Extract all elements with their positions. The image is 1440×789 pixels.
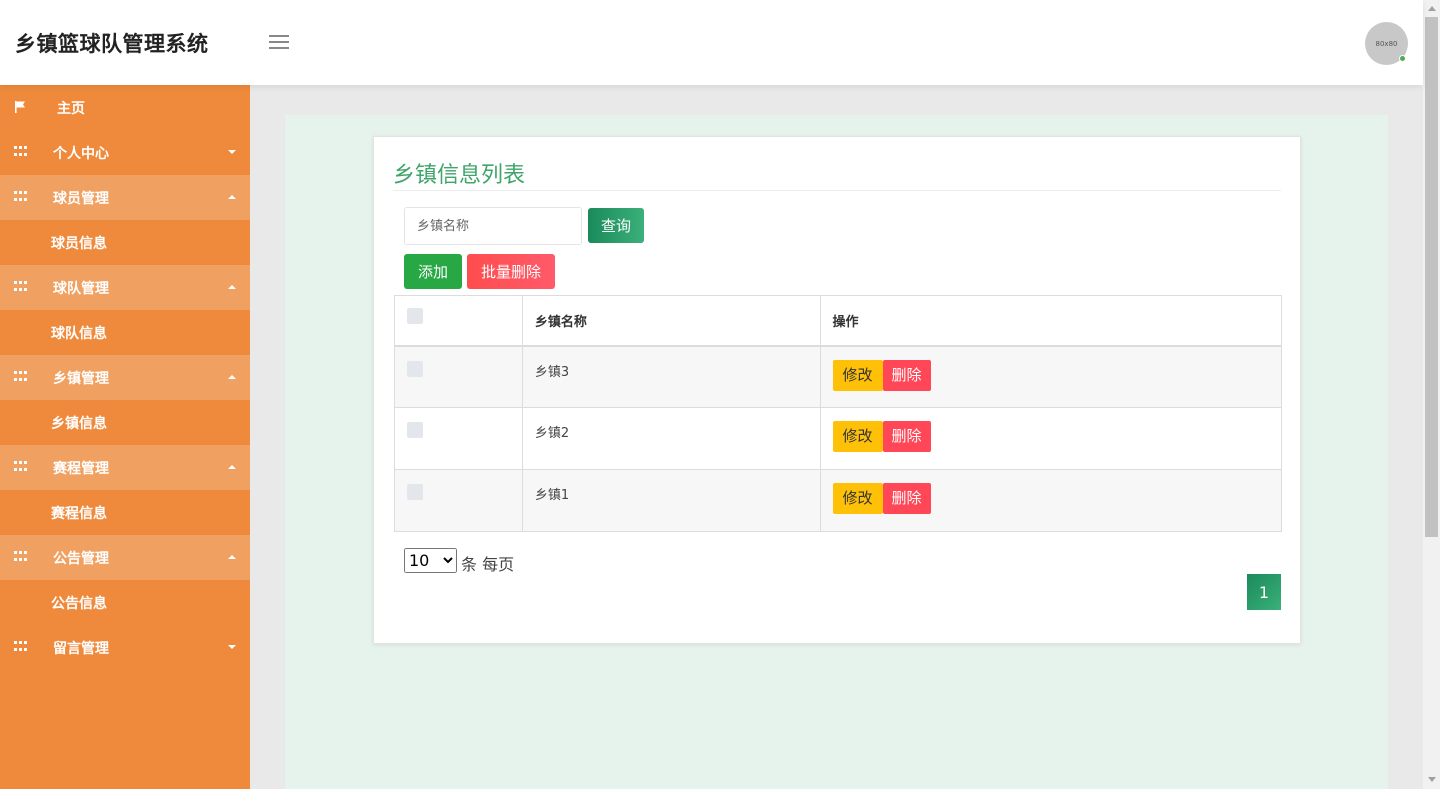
sidebar-item-notice-info[interactable]: 公告信息 <box>0 580 250 625</box>
menu-toggle-icon[interactable] <box>269 35 289 51</box>
delete-button[interactable]: 删除 <box>882 421 931 452</box>
delete-button[interactable]: 删除 <box>882 359 931 391</box>
town-name-cell: 乡镇2 <box>521 407 821 470</box>
select-all-header <box>394 295 523 347</box>
table-row: 乡镇1 修改 删除 <box>394 469 1283 532</box>
edit-button[interactable]: 修改 <box>832 421 883 452</box>
town-name-cell: 乡镇3 <box>521 345 821 408</box>
page-size-select[interactable]: 10 <box>404 548 457 573</box>
title-divider <box>393 190 1281 191</box>
select-all-checkbox[interactable] <box>407 307 423 324</box>
chevron-down-icon <box>228 150 236 154</box>
per-page-label: 条 每页 <box>461 555 515 574</box>
sidebar-item-player-info[interactable]: 球员信息 <box>0 220 250 265</box>
query-button[interactable]: 查询 <box>588 208 644 243</box>
chevron-up-icon <box>228 285 236 289</box>
row-checkbox[interactable] <box>407 422 423 438</box>
actions-cell: 修改 删除 <box>819 469 1283 532</box>
page-button-current[interactable]: 1 <box>1247 574 1281 610</box>
actions-cell: 修改 删除 <box>819 345 1283 408</box>
table-header-row: 乡镇名称 操作 <box>394 295 1283 347</box>
grid-icon <box>14 461 28 472</box>
edit-button[interactable]: 修改 <box>832 359 883 391</box>
actions-cell: 修改 删除 <box>819 407 1283 470</box>
avatar[interactable]: 80x80 <box>1365 22 1408 65</box>
grid-icon <box>14 551 28 562</box>
table-row: 乡镇2 修改 删除 <box>394 407 1283 470</box>
town-list-card: 乡镇信息列表 查询 添加 批量删除 乡镇名称 操作 乡镇3 修改删除 <box>373 136 1301 644</box>
sidebar-item-player-management[interactable]: 球员管理 <box>0 175 250 220</box>
grid-icon <box>14 281 28 292</box>
sidebar-item-home[interactable]: 主页 <box>0 85 250 130</box>
app-title: 乡镇篮球队管理系统 <box>15 32 209 56</box>
chevron-up-icon <box>228 465 236 469</box>
flag-icon <box>14 101 28 113</box>
batch-delete-button[interactable]: 批量删除 <box>467 254 555 289</box>
grid-icon <box>14 146 28 157</box>
online-status-icon <box>1399 55 1406 62</box>
page-title: 乡镇信息列表 <box>393 163 526 188</box>
sidebar-item-message-management[interactable]: 留言管理 <box>0 625 250 670</box>
sidebar-item-personal-center[interactable]: 个人中心 <box>0 130 250 175</box>
town-table: 乡镇名称 操作 乡镇3 修改 删除 乡镇2 修改 删除 乡镇1 修改 删除 <box>394 295 1283 532</box>
vertical-scrollbar[interactable] <box>1423 0 1440 789</box>
table-row: 乡镇3 修改 删除 <box>394 345 1283 408</box>
sidebar-item-schedule-info[interactable]: 赛程信息 <box>0 490 250 535</box>
sidebar-item-notice-management[interactable]: 公告管理 <box>0 535 250 580</box>
actions-header: 操作 <box>819 295 1283 347</box>
scroll-up-arrow-icon[interactable] <box>1428 6 1436 11</box>
add-button[interactable]: 添加 <box>404 254 462 289</box>
sidebar-item-team-info[interactable]: 球队信息 <box>0 310 250 355</box>
chevron-up-icon <box>228 375 236 379</box>
chevron-up-icon <box>228 555 236 559</box>
grid-icon <box>14 371 28 382</box>
edit-button[interactable]: 修改 <box>832 483 883 514</box>
delete-button[interactable]: 删除 <box>882 483 931 514</box>
town-name-header: 乡镇名称 <box>521 295 821 347</box>
sidebar-item-town-info[interactable]: 乡镇信息 <box>0 400 250 445</box>
grid-icon <box>14 191 28 202</box>
scrollbar-thumb[interactable] <box>1425 17 1438 537</box>
chevron-down-icon <box>228 645 236 649</box>
sidebar-item-schedule-management[interactable]: 赛程管理 <box>0 445 250 490</box>
grid-icon <box>14 641 28 652</box>
avatar-placeholder-text: 80x80 <box>1375 39 1398 48</box>
row-checkbox[interactable] <box>407 484 423 500</box>
row-checkbox[interactable] <box>407 360 423 377</box>
town-name-search-input[interactable] <box>404 207 582 245</box>
scroll-down-arrow-icon[interactable] <box>1428 777 1436 782</box>
sidebar: 主页 个人中心 球员管理 球员信息 球队管理 球队信息 乡镇管理 乡镇信息 赛程… <box>0 85 250 789</box>
top-header: 乡镇篮球队管理系统 80x80 <box>0 0 1423 85</box>
sidebar-item-team-management[interactable]: 球队管理 <box>0 265 250 310</box>
chevron-up-icon <box>228 195 236 199</box>
town-name-cell: 乡镇1 <box>521 469 821 532</box>
sidebar-item-town-management[interactable]: 乡镇管理 <box>0 355 250 400</box>
